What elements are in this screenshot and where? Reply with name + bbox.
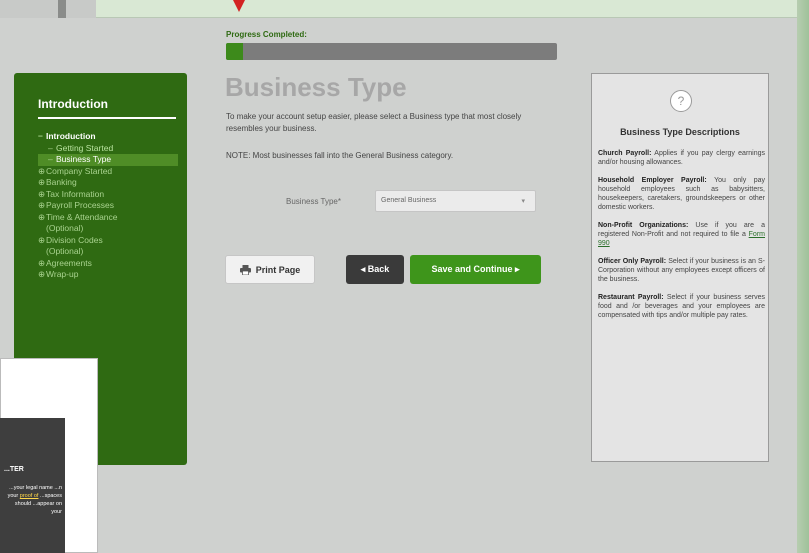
description-entry: Non-Profit Organizations: Use if you are…: [598, 221, 765, 249]
page-title: Business Type: [225, 72, 407, 102]
sidebar-item-label: Company Started: [46, 165, 113, 176]
bullet-icon: –: [48, 154, 53, 164]
sidebar-item[interactable]: ⊕ Division Codes: [38, 235, 178, 247]
top-left-strip: [0, 0, 96, 18]
red-pointer-arrow: [233, 0, 245, 12]
bullet-icon: ⊕: [38, 269, 46, 279]
descriptions-body: Church Payroll: Applies if you pay clerg…: [598, 149, 765, 328]
bullet-icon: ⊕: [38, 211, 46, 222]
overlay-title: ...TER: [4, 466, 24, 473]
sidebar-item[interactable]: ⊕ Wrap-up: [38, 269, 178, 281]
business-type-label: Business Type*: [286, 197, 341, 206]
sidebar-item[interactable]: ⊕ Company Started: [38, 166, 178, 178]
print-page-button[interactable]: Print Page: [225, 255, 315, 284]
description-term: Church Payroll:: [598, 150, 652, 157]
sidebar-item-label: Agreements: [46, 257, 92, 268]
bullet-icon: ⊕: [38, 188, 46, 199]
sidebar-item[interactable]: ⊕ Time & Attendance: [38, 212, 178, 224]
sidebar-item-label: Division Codes: [46, 234, 103, 245]
sidebar-item: (Optional): [38, 246, 178, 258]
business-type-value: General Business: [381, 197, 437, 204]
sidebar-title-rule: [38, 117, 176, 119]
sidebar-nav: − Introduction – Getting Started – Business T…: [38, 131, 178, 281]
bullet-icon: ⊕: [38, 177, 46, 187]
sidebar-item-label: Banking: [46, 177, 77, 187]
description-term: Household Employer Payroll:: [598, 176, 707, 184]
chevron-down-icon: ▾: [521, 198, 525, 205]
top-band: [96, 0, 809, 18]
sidebar-item-label: Getting Started: [56, 142, 114, 153]
business-type-descriptions-panel: ? Business Type Descriptions Church Payr…: [591, 73, 769, 462]
bullet-icon: –: [48, 142, 53, 153]
back-label: ◂ Back: [360, 264, 390, 274]
description-entry: Officer Only Payroll: Select if your bus…: [598, 257, 765, 285]
printer-icon: [239, 264, 251, 275]
sidebar-item-label: Business Type: [56, 154, 112, 164]
sidebar-item[interactable]: – Getting Started: [38, 143, 178, 155]
overlay-text: ...your legal name ...n your proof of ..…: [4, 484, 62, 516]
print-page-label: Print Page: [255, 264, 301, 275]
description-term: Officer Only Payroll:: [598, 257, 667, 265]
description-term: Restaurant Payroll:: [598, 293, 664, 301]
right-window-edge: [797, 0, 809, 553]
business-type-select[interactable]: General Business ▾: [375, 190, 536, 212]
descriptions-title: Business Type Descriptions: [620, 127, 740, 137]
sidebar-item-label: Payroll Processes: [46, 200, 115, 210]
sidebar-item-label: Wrap-up: [46, 269, 79, 279]
save-and-continue-button[interactable]: Save and Continue ▸: [410, 255, 541, 284]
sidebar-title: Introduction: [38, 97, 108, 111]
sidebar-item-label: Introduction: [46, 131, 96, 141]
bullet-icon: ⊕: [38, 165, 46, 176]
bullet-icon: ⊕: [38, 200, 46, 210]
progress-bar: [226, 43, 557, 60]
note-text: NOTE: Most businesses fall into the Gene…: [226, 151, 454, 160]
sidebar-item-label: Tax Information: [46, 188, 105, 199]
sidebar-item[interactable]: ⊕ Payroll Processes: [38, 200, 178, 212]
sidebar-item[interactable]: ⊕ Agreements: [38, 258, 178, 270]
save-and-continue-label: Save and Continue ▸: [431, 264, 520, 274]
sidebar-item-label: Time & Attendance: [46, 211, 118, 222]
bullet-icon: −: [38, 131, 43, 141]
bullet-icon: ⊕: [38, 257, 46, 268]
top-left-divider: [58, 0, 66, 18]
help-icon: ?: [670, 90, 692, 112]
sidebar-item[interactable]: ⊕ Banking: [38, 177, 178, 189]
sidebar-item: (Optional): [38, 223, 178, 235]
description-term: Non-Profit Organizations:: [598, 221, 689, 229]
sidebar-item[interactable]: − Introduction: [38, 131, 178, 143]
progress-fill: [226, 43, 243, 60]
back-button[interactable]: ◂ Back: [346, 255, 404, 284]
progress-label: Progress Completed:: [226, 30, 307, 39]
overlay-dark-card: ...TER ...your legal name ...n your proo…: [0, 418, 65, 553]
bullet-icon: ⊕: [38, 234, 46, 245]
sidebar-item-label: (Optional): [46, 223, 84, 233]
intro-text: To make your account setup easier, pleas…: [226, 112, 522, 133]
sidebar-item[interactable]: ⊕ Tax Information: [38, 189, 178, 201]
overlay-link[interactable]: proof of: [20, 493, 39, 499]
description-entry: Household Employer Payroll: You only pay…: [598, 176, 765, 213]
description-entry: Church Payroll: Applies if you pay clerg…: [598, 149, 765, 168]
description-entry: Restaurant Payroll: Select if your busin…: [598, 293, 765, 321]
sidebar-item-label: (Optional): [46, 246, 84, 256]
sidebar-item[interactable]: – Business Type: [38, 154, 178, 166]
